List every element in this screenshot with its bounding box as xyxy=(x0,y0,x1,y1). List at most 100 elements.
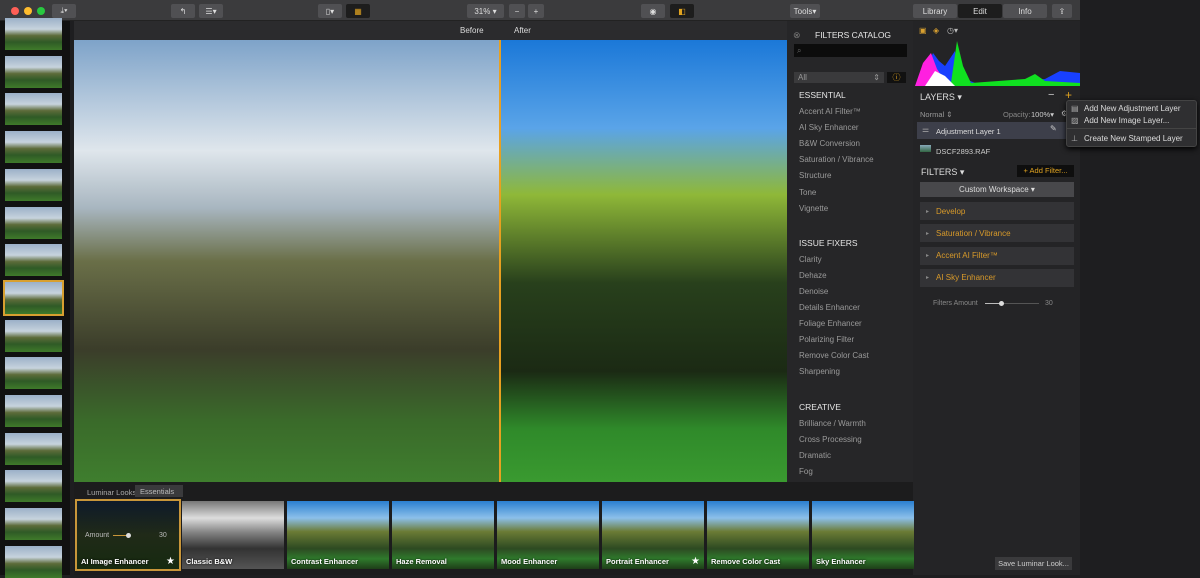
slider-knob[interactable] xyxy=(999,301,1005,306)
filter-section[interactable]: ▸ Accent AI Filter™ xyxy=(920,246,1074,265)
catalog-item[interactable]: Details Enhancer xyxy=(799,303,860,312)
minimize-window-button[interactable] xyxy=(24,7,32,15)
catalog-item[interactable]: Sharpening xyxy=(799,367,840,376)
workspace-select[interactable]: Custom Workspace ▾ xyxy=(920,182,1074,197)
catalog-item[interactable]: Accent AI Filter™ xyxy=(799,107,861,116)
filmstrip-thumbnail[interactable] xyxy=(5,18,62,50)
catalog-item[interactable]: Saturation / Vibrance xyxy=(799,155,874,164)
filter-section[interactable]: ▸ Develop xyxy=(920,202,1074,220)
catalog-item[interactable]: Tone xyxy=(799,188,816,197)
filters-title[interactable]: FILTERS ▾ xyxy=(921,167,964,178)
catalog-item[interactable]: Dehaze xyxy=(799,271,827,280)
undo-icon[interactable]: ↰ xyxy=(171,4,195,18)
look-thumbnail[interactable]: Remove Color Cast xyxy=(707,501,809,569)
zoom-window-button[interactable] xyxy=(37,7,45,15)
catalog-item[interactable]: Structure xyxy=(799,171,831,180)
catalog-item[interactable]: Brilliance / Warmth xyxy=(799,419,866,428)
filmstrip-thumbnail[interactable] xyxy=(5,545,62,578)
filmstrip-thumbnail[interactable] xyxy=(5,131,62,164)
filmstrip-thumbnail[interactable] xyxy=(5,432,62,465)
catalog-item[interactable]: Fog xyxy=(799,467,813,476)
opacity-select[interactable]: 100%▾ xyxy=(1031,110,1054,119)
menu-item-add-adjustment-layer[interactable]: Add New Adjustment Layer xyxy=(1084,104,1181,113)
look-amount-slider[interactable] xyxy=(113,535,127,536)
filmstrip-thumbnail[interactable] xyxy=(5,508,62,541)
look-thumbnail[interactable]: Contrast Enhancer xyxy=(287,501,389,569)
preview-eye-icon[interactable]: ◉ xyxy=(641,4,665,18)
filters-amount-value: 30 xyxy=(1045,300,1053,307)
menu-divider xyxy=(1067,128,1196,129)
look-thumbnail[interactable]: Sky Enhancer xyxy=(812,501,914,569)
filmstrip-thumbnail[interactable] xyxy=(5,206,62,239)
look-thumbnail[interactable]: Classic B&W xyxy=(182,501,284,569)
catalog-item[interactable]: Polarizing Filter xyxy=(799,335,854,344)
sidebar-toggle-icon[interactable]: ▯▾ xyxy=(318,4,342,18)
filmstrip-thumbnail[interactable] xyxy=(5,55,62,88)
catalog-item[interactable]: Foliage Enhancer xyxy=(799,319,862,328)
history-list-icon[interactable]: ☰▾ xyxy=(199,4,223,18)
histogram-icon[interactable]: ▣ xyxy=(919,26,927,35)
catalog-item[interactable]: Vignette xyxy=(799,204,828,213)
filters-amount-slider[interactable] xyxy=(985,301,1039,306)
catalog-item[interactable]: Dramatic xyxy=(799,451,831,460)
menu-item-add-image-layer[interactable]: Add New Image Layer... xyxy=(1084,116,1169,125)
catalog-title: FILTERS CATALOG xyxy=(815,30,892,40)
before-label: Before xyxy=(460,26,484,35)
look-thumbnail[interactable]: Amount 30 AI Image Enhancer ★ xyxy=(75,499,181,571)
remove-layer-button[interactable]: − xyxy=(1048,89,1054,101)
look-thumbnail[interactable]: Haze Removal xyxy=(392,501,494,569)
filmstrip-thumbnail[interactable] xyxy=(5,319,62,352)
filmstrip-thumbnail[interactable] xyxy=(3,279,64,316)
share-icon[interactable]: ⇪ xyxy=(1052,4,1072,18)
catalog-item[interactable]: Clarity xyxy=(799,255,822,264)
close-window-button[interactable] xyxy=(11,7,19,15)
brush-icon[interactable]: ✎ xyxy=(1050,124,1057,133)
category-select[interactable]: All ⇕ xyxy=(794,72,884,83)
tab-library[interactable]: Library xyxy=(913,4,957,18)
filter-section[interactable]: ▸ AI Sky Enhancer xyxy=(920,268,1074,287)
add-filter-button[interactable]: + Add Filter... xyxy=(1017,165,1074,177)
catalog-item[interactable]: Remove Color Cast xyxy=(799,351,869,360)
slider-knob[interactable] xyxy=(126,533,131,538)
looks-set-select[interactable]: Essentials ▾ xyxy=(135,485,183,505)
catalog-item[interactable]: AI Sky Enhancer xyxy=(799,123,859,132)
tab-info[interactable]: Info xyxy=(1003,4,1047,18)
filmstrip-thumbnail[interactable] xyxy=(5,357,62,390)
filmstrip-thumbnail[interactable] xyxy=(5,244,62,277)
blend-mode-select[interactable]: Normal ⇕ xyxy=(920,110,953,119)
layers-icon[interactable]: ◈ xyxy=(933,26,939,35)
filmstrip-thumbnail[interactable] xyxy=(5,93,62,126)
save-look-button[interactable]: Save Luminar Look... xyxy=(995,557,1072,570)
layers-title[interactable]: LAYERS ▾ xyxy=(920,92,962,103)
zoom-in-button[interactable]: + xyxy=(528,4,544,18)
photo-canvas[interactable] xyxy=(74,40,787,482)
menu-item-create-stamped-layer[interactable]: Create New Stamped Layer xyxy=(1084,134,1183,143)
look-thumbnail[interactable]: Portrait Enhancer ★ xyxy=(602,501,704,569)
filmstrip-thumbnail[interactable] xyxy=(5,395,62,427)
history-icon[interactable]: ◷▾ xyxy=(947,26,958,35)
zoom-out-button[interactable]: − xyxy=(509,4,525,18)
look-thumbnail[interactable]: Mood Enhancer xyxy=(497,501,599,569)
catalog-item[interactable]: Denoise xyxy=(799,287,828,296)
layer-item-image[interactable]: DSCF2893.RAF xyxy=(917,142,1080,158)
layer-item-adjustment[interactable]: ⚌ Adjustment Layer 1 ✎ xyxy=(917,122,1080,139)
catalog-item[interactable]: B&W Conversion xyxy=(799,139,860,148)
compare-split-icon[interactable]: ◧ xyxy=(670,4,694,18)
split-handle[interactable] xyxy=(499,40,501,482)
zoom-select[interactable]: 31% ▾ xyxy=(467,4,504,18)
favorites-icon[interactable]: ⓘ xyxy=(887,72,906,83)
filter-section[interactable]: ▸ Saturation / Vibrance xyxy=(920,224,1074,243)
look-name: Remove Color Cast xyxy=(711,557,781,566)
filmstrip-thumbnail[interactable] xyxy=(5,168,62,201)
search-icon: ⌕ xyxy=(797,46,802,55)
filmstrip-icon[interactable]: ▦ xyxy=(346,4,370,18)
tools-menu[interactable]: Tools ▾ xyxy=(790,4,820,18)
catalog-item[interactable]: Cross Processing xyxy=(799,435,862,444)
close-catalog-icon[interactable]: ⊗ xyxy=(793,30,801,41)
catalog-search-input[interactable] xyxy=(794,44,907,57)
star-icon[interactable]: ★ xyxy=(166,556,175,567)
export-icon[interactable]: ⤓▾ xyxy=(52,4,76,18)
tab-edit[interactable]: Edit xyxy=(958,4,1002,18)
filmstrip-thumbnail[interactable] xyxy=(5,470,62,503)
star-icon[interactable]: ★ xyxy=(691,556,700,567)
